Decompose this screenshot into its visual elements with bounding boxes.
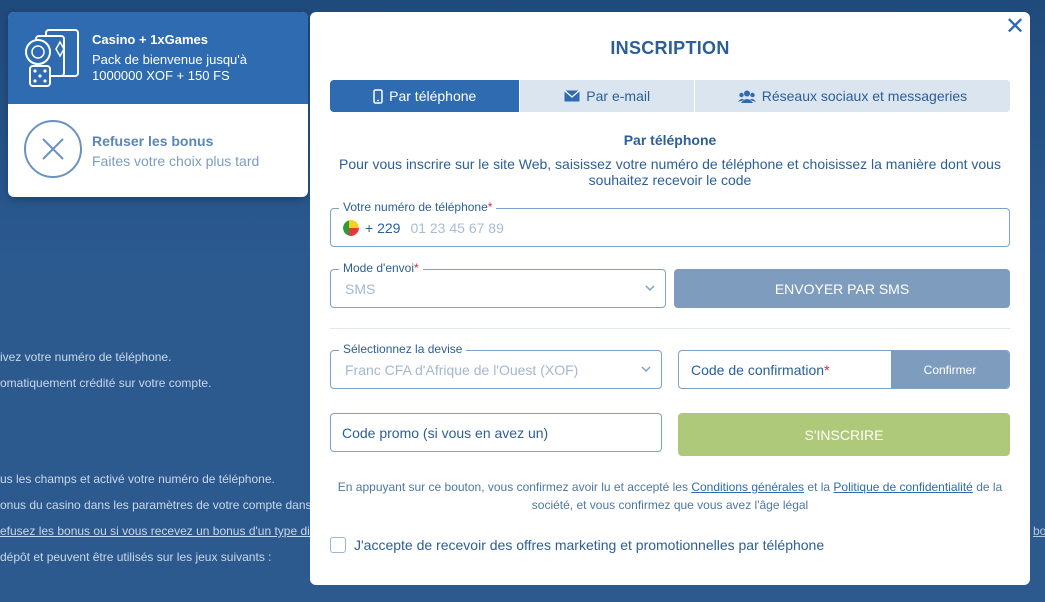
country-code[interactable]: + 229 [365, 220, 400, 236]
tab-phone[interactable]: Par téléphone [330, 80, 521, 112]
section-description: Pour vous inscrire sur le site Web, sais… [339, 156, 1001, 188]
registration-modal: ✕ INSCRIPTION Par téléphone Par e-mail R… [310, 12, 1030, 585]
bonus-title: Casino + 1xGames [92, 32, 208, 47]
close-icon[interactable]: ✕ [1005, 15, 1025, 39]
registration-tabs: Par téléphone Par e-mail Réseaux sociaux… [330, 80, 1010, 112]
tab-social[interactable]: Réseaux sociaux et messageries [695, 80, 1010, 112]
marketing-checkbox-label[interactable]: J'accepte de recevoir des offres marketi… [354, 537, 824, 553]
phone-field[interactable]: Votre numéro de téléphone* + 229 01 23 4… [330, 200, 1010, 247]
chevron-down-icon [645, 285, 655, 292]
modal-title: INSCRIPTION [610, 38, 730, 58]
send-mode-value: SMS [345, 281, 376, 297]
promo-code-input[interactable]: Code promo (si vous en avez un) [330, 413, 662, 452]
background-text-line: us les champs et activé votre numéro de … [0, 472, 275, 486]
phone-placeholder: 01 23 45 67 89 [410, 220, 504, 236]
currency-select[interactable]: Sélectionnez la devise Franc CFA d'Afriq… [330, 342, 662, 389]
background-text-line: onus du casino dans les paramètres de vo… [0, 498, 312, 512]
promo-code-placeholder: Code promo (si vous en avez un) [342, 425, 549, 441]
chevron-down-icon [641, 366, 651, 373]
divider [330, 328, 1010, 329]
marketing-checkbox[interactable] [330, 537, 346, 553]
tab-label: Par téléphone [389, 88, 477, 104]
background-text-line: ivez votre numéro de téléphone. [0, 350, 172, 364]
refuse-bonus-title: Refuser les bonus [92, 133, 214, 149]
refuse-bonus-subtitle: Faites votre choix plus tard [92, 153, 260, 169]
register-button[interactable]: S'INSCRIRE [678, 413, 1010, 456]
background-side-fragment: bo [1033, 524, 1045, 538]
legal-notice: En appuyant sur ce bouton, vous confirme… [337, 480, 1003, 512]
tab-label: Par e-mail [586, 88, 651, 104]
close-circle-icon [24, 120, 82, 178]
bonus-description: Pack de bienvenue jusqu'à 1000000 XOF + … [92, 52, 247, 83]
currency-value: Franc CFA d'Afrique de l'Ouest (XOF) [345, 362, 579, 378]
tab-label: Réseaux sociaux et messageries [761, 88, 968, 104]
section-title: Par téléphone [623, 132, 717, 148]
send-mode-label: Mode d'envoi* [339, 261, 423, 275]
bonus-option-casino[interactable]: Casino + 1xGames Pack de bienvenue jusqu… [8, 12, 308, 104]
benin-flag-icon [343, 220, 359, 236]
background-link-line[interactable]: efusez les bonus ou si vous recevez un b… [0, 524, 316, 538]
tab-email[interactable]: Par e-mail [520, 80, 695, 112]
send-sms-button[interactable]: ENVOYER PAR SMS [674, 269, 1010, 308]
terms-link[interactable]: Conditions générales [691, 480, 804, 494]
phone-icon [373, 88, 383, 104]
send-mode-select[interactable]: Mode d'envoi* SMS [330, 261, 666, 308]
background-text-line: dépôt et peuvent être utilisés sur les j… [0, 550, 272, 564]
users-icon [737, 90, 756, 103]
currency-label: Sélectionnez la devise [339, 342, 467, 356]
privacy-link[interactable]: Politique de confidentialité [833, 480, 972, 494]
confirmation-code-placeholder: Code de confirmation* [691, 362, 830, 378]
background-text-line: omatiquement crédité sur votre compte. [0, 376, 212, 390]
phone-field-label: Votre numéro de téléphone* [339, 200, 497, 214]
confirmation-code-field[interactable]: Code de confirmation* Confirmer [678, 350, 1010, 389]
confirm-button[interactable]: Confirmer [891, 351, 1009, 388]
casino-cards-dice-icon [25, 29, 79, 87]
envelope-icon [564, 90, 581, 102]
